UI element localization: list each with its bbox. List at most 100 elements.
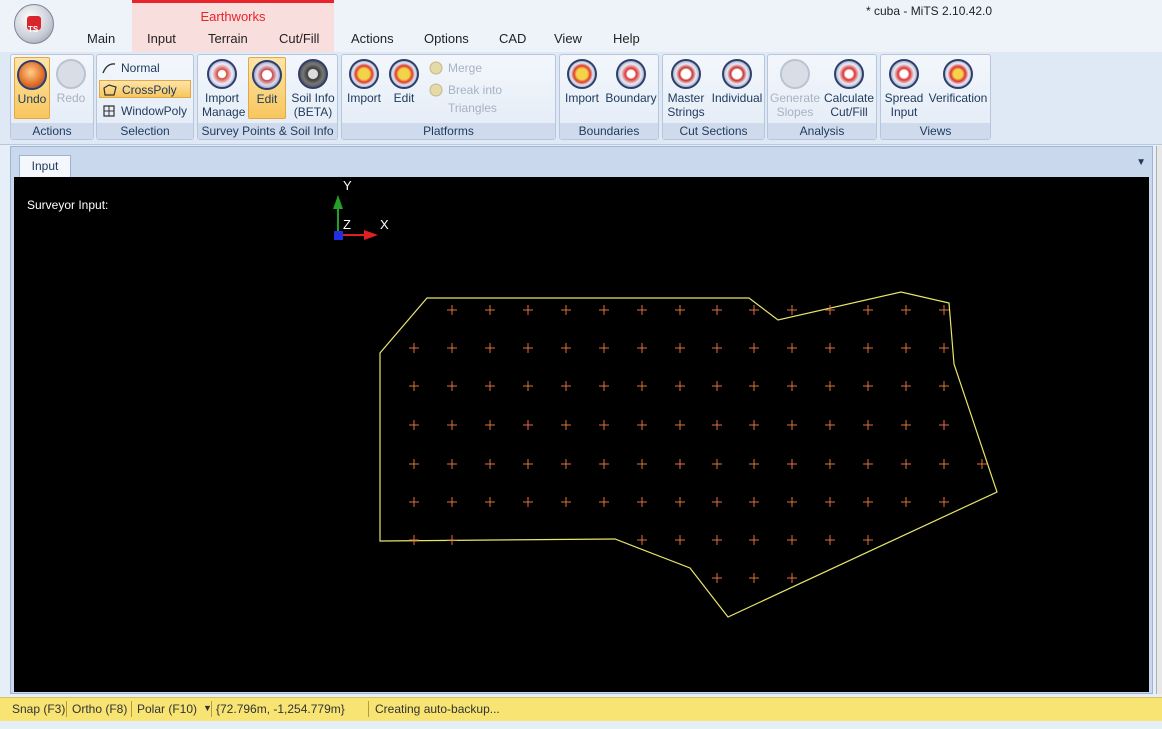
survey-point[interactable] [863,497,873,507]
survey-point[interactable] [409,420,419,430]
platform-edit-button[interactable]: Edit [386,57,422,119]
tab-main[interactable]: Main [87,31,115,46]
survey-point[interactable] [523,343,533,353]
survey-point[interactable] [523,459,533,469]
import-manage-button[interactable]: Import Manage [202,57,245,119]
survey-point[interactable] [787,381,797,391]
survey-point[interactable] [901,420,911,430]
survey-point[interactable] [447,459,457,469]
normal-select-button[interactable]: Normal [99,59,191,77]
survey-point[interactable] [977,459,987,469]
survey-point[interactable] [787,497,797,507]
individual-button[interactable]: Individual [709,57,765,119]
boundary-button[interactable]: Boundary [604,57,658,119]
survey-point[interactable] [675,420,685,430]
survey-point[interactable] [749,381,759,391]
polar-toggle[interactable]: Polar (F10) [137,702,197,716]
survey-point[interactable] [599,420,609,430]
tab-input[interactable]: Input [147,31,176,46]
survey-point[interactable] [637,497,647,507]
survey-point[interactable] [749,459,759,469]
survey-point[interactable] [712,573,722,583]
merge-button[interactable]: Merge [426,59,552,77]
redo-button[interactable]: Redo [53,57,89,119]
survey-point[interactable] [825,343,835,353]
survey-point[interactable] [485,420,495,430]
survey-point[interactable] [599,381,609,391]
survey-point[interactable] [712,535,722,545]
tab-cut-fill[interactable]: Cut/Fill [279,31,319,46]
survey-point[interactable] [523,305,533,315]
survey-point[interactable] [712,343,722,353]
survey-point[interactable] [485,459,495,469]
tab-terrain[interactable]: Terrain [208,31,248,46]
survey-point[interactable] [523,497,533,507]
survey-point[interactable] [863,535,873,545]
survey-point[interactable] [561,305,571,315]
survey-point[interactable] [523,420,533,430]
survey-point[interactable] [599,459,609,469]
survey-edit-button[interactable]: Edit [248,57,286,119]
survey-point[interactable] [637,459,647,469]
undo-button[interactable]: Undo [14,57,50,119]
survey-point[interactable] [825,535,835,545]
survey-point[interactable] [409,497,419,507]
survey-point[interactable] [787,420,797,430]
survey-point[interactable] [825,305,835,315]
cad-canvas[interactable]: Surveyor Input: Y Z X [14,177,1149,692]
survey-point[interactable] [485,381,495,391]
survey-point[interactable] [523,381,533,391]
soil-info-button[interactable]: Soil Info (BETA) [290,57,336,119]
survey-point[interactable] [863,459,873,469]
verification-button[interactable]: Verification [927,57,989,119]
survey-point[interactable] [825,459,835,469]
survey-point[interactable] [863,381,873,391]
survey-point[interactable] [599,305,609,315]
survey-point[interactable] [825,420,835,430]
survey-point[interactable] [447,305,457,315]
survey-point[interactable] [787,573,797,583]
survey-point[interactable] [749,497,759,507]
survey-point[interactable] [901,305,911,315]
survey-point[interactable] [787,459,797,469]
survey-point[interactable] [637,420,647,430]
survey-point[interactable] [787,343,797,353]
survey-point[interactable] [787,305,797,315]
survey-point[interactable] [675,305,685,315]
tab-document-input[interactable]: Input [19,155,71,177]
break-triangles-button[interactable]: Break into Triangles [426,81,554,115]
survey-point[interactable] [675,535,685,545]
survey-point[interactable] [901,343,911,353]
survey-point[interactable] [712,420,722,430]
snap-toggle[interactable]: Snap (F3) [12,702,65,716]
survey-point[interactable] [712,497,722,507]
survey-point[interactable] [447,343,457,353]
survey-point[interactable] [749,535,759,545]
master-strings-button[interactable]: Master Strings [665,57,707,119]
survey-point[interactable] [447,535,457,545]
survey-point[interactable] [863,420,873,430]
survey-point[interactable] [675,497,685,507]
survey-point[interactable] [485,497,495,507]
survey-point[interactable] [939,459,949,469]
survey-point[interactable] [447,497,457,507]
survey-point[interactable] [939,343,949,353]
survey-point[interactable] [749,305,759,315]
survey-point[interactable] [863,343,873,353]
survey-point[interactable] [561,343,571,353]
ortho-toggle[interactable]: Ortho (F8) [72,702,127,716]
survey-point[interactable] [409,381,419,391]
survey-point[interactable] [749,420,759,430]
spread-input-button[interactable]: Spread Input [883,57,925,119]
windowpoly-select-button[interactable]: WindowPoly [99,102,191,120]
survey-point[interactable] [561,459,571,469]
survey-point[interactable] [561,381,571,391]
site-boundary[interactable] [379,291,998,618]
survey-point[interactable] [599,343,609,353]
survey-point[interactable] [637,535,647,545]
survey-point[interactable] [447,381,457,391]
survey-point[interactable] [637,381,647,391]
survey-point[interactable] [901,459,911,469]
survey-point[interactable] [675,459,685,469]
survey-point[interactable] [637,343,647,353]
